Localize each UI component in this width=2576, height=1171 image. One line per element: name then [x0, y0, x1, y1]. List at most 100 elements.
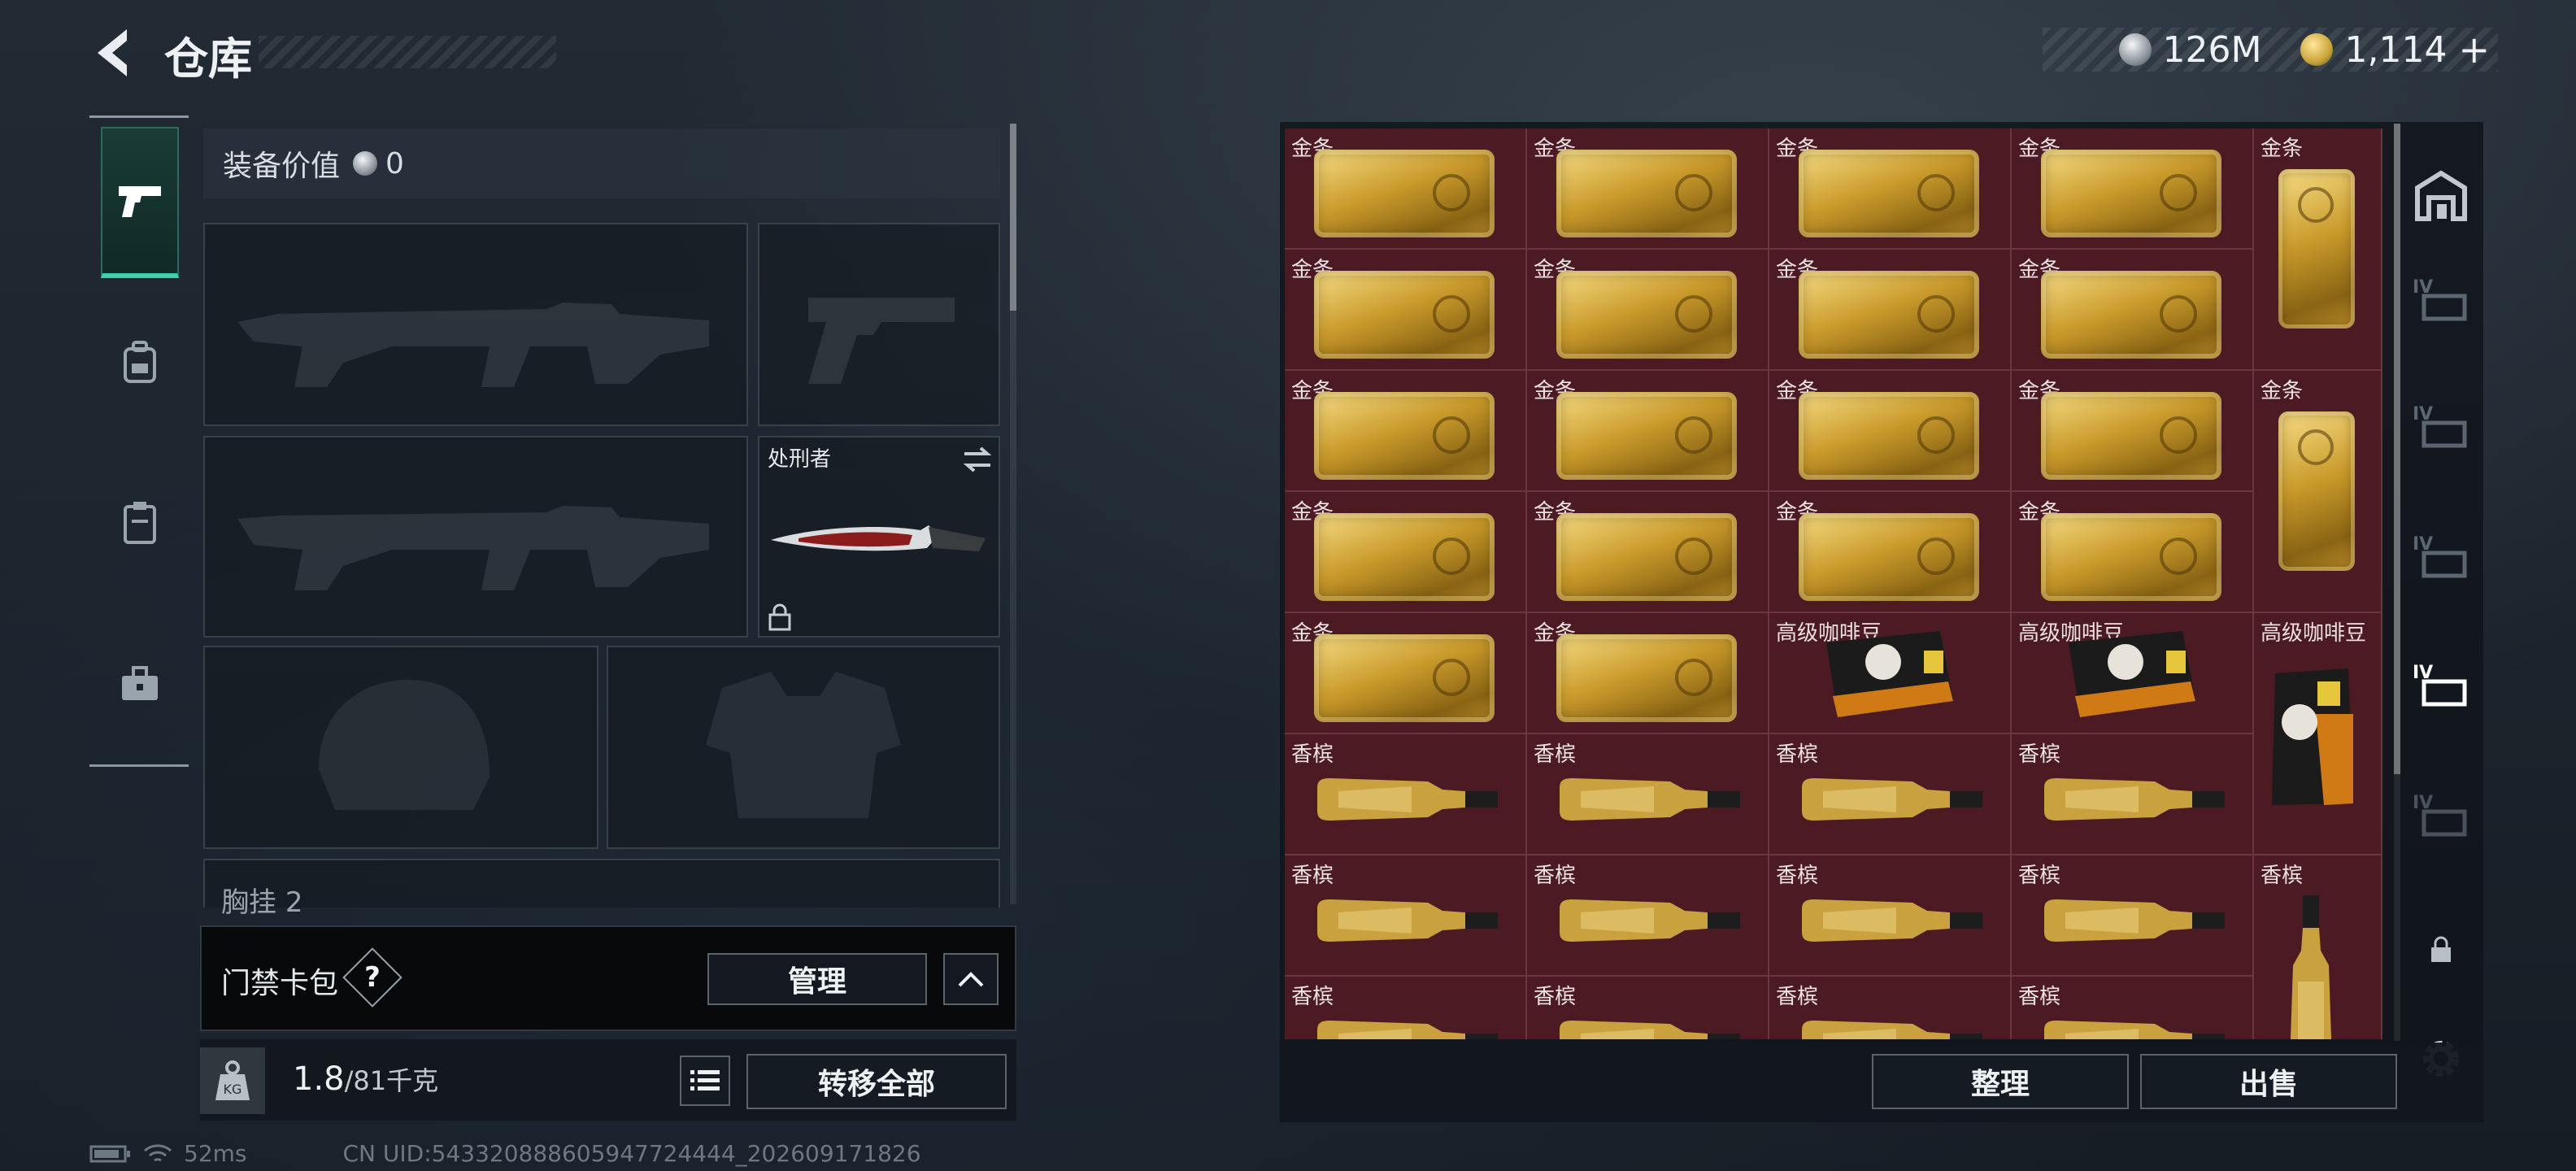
armor-slot[interactable]	[607, 646, 1000, 849]
tab-toolbox[interactable]	[101, 639, 179, 729]
inventory-item[interactable]: 金条	[1527, 250, 1769, 371]
champagne-bottle-icon	[1802, 899, 1982, 942]
inventory-item[interactable]: 金条	[1527, 128, 1769, 250]
chest-rig-slot[interactable]	[203, 859, 1000, 908]
storage-iv-icon: IV	[2413, 534, 2467, 578]
inventory-item[interactable]: 金条	[2012, 128, 2254, 250]
champagne-bottle-icon	[1802, 1021, 1982, 1039]
item-name: 香槟	[1776, 742, 1819, 767]
tab-divider	[89, 764, 189, 767]
gold-bar-icon	[1314, 634, 1495, 722]
gold-bar-icon	[2041, 392, 2221, 480]
inventory-item[interactable]: 金条	[1769, 128, 2012, 250]
storage-tab-5[interactable]: IV	[2408, 782, 2474, 847]
warehouse-icon	[2415, 170, 2467, 221]
wifi-icon	[144, 1143, 172, 1161]
inventory-grid: 金条 金条 金条 金条 金条 金条 金条 金条 金条 金条 金条 金条 金条 金条 金条 金条 金条 金条 金条 金条…	[1285, 128, 2382, 1039]
weight-text: 1.8/81千克	[293, 1060, 438, 1098]
gold-coin-icon	[2300, 33, 2334, 66]
rifle-silhouette-icon	[237, 506, 709, 590]
inventory-item[interactable]: 金条	[2012, 250, 2254, 371]
inventory-item[interactable]: 金条	[1285, 250, 1527, 371]
chevron-up-icon	[958, 972, 984, 987]
storage-tab-4[interactable]: IV	[2408, 652, 2474, 717]
gold-bar-icon	[1556, 392, 1737, 480]
back-arrow-icon	[98, 29, 127, 76]
storage-tab-2[interactable]: IV	[2408, 394, 2474, 459]
inventory-item[interactable]: 金条	[2012, 371, 2254, 492]
inventory-item[interactable]: 金条	[1769, 371, 2012, 492]
helmet-silhouette-icon	[319, 680, 490, 810]
storage-tab-3[interactable]: IV	[2408, 524, 2474, 589]
item-name: 香槟	[1534, 985, 1577, 1009]
champagne-bottle-icon	[1802, 778, 1982, 821]
tab-vest[interactable]	[101, 478, 179, 568]
add-currency-button[interactable]: +	[2458, 28, 2490, 72]
inventory-item[interactable]: 香槟	[2254, 855, 2382, 1039]
storage-lock-button[interactable]	[2408, 917, 2474, 982]
list-view-button[interactable]	[680, 1056, 730, 1106]
inventory-item[interactable]: 金条	[2254, 371, 2382, 613]
champagne-bottle-icon	[2044, 1021, 2225, 1039]
inventory-item[interactable]: 金条	[1527, 371, 1769, 492]
warehouse-button[interactable]	[2408, 163, 2474, 228]
storage-iv-icon: IV	[2413, 663, 2467, 707]
svg-text:KG: KG	[224, 1082, 242, 1097]
tab-backpack[interactable]	[101, 317, 179, 407]
inventory-scrollbar-thumb[interactable]	[2394, 124, 2400, 774]
secondary-weapon-slot[interactable]	[203, 436, 748, 638]
swap-icon[interactable]	[961, 446, 994, 473]
inventory-item[interactable]: 香槟	[1285, 734, 1527, 855]
silver-coin-icon	[2118, 33, 2152, 66]
inventory-item[interactable]: 金条	[1769, 492, 2012, 613]
inventory-item[interactable]: 香槟	[1285, 855, 1527, 977]
manage-button[interactable]: 管理	[707, 953, 927, 1005]
champagne-bottle-icon	[1317, 899, 1498, 942]
expand-button[interactable]	[943, 953, 999, 1005]
inventory-item[interactable]: 高级咖啡豆	[1769, 613, 2012, 734]
inventory-item[interactable]: 香槟	[1527, 977, 1769, 1039]
inventory-item[interactable]: 金条	[2254, 128, 2382, 371]
helmet-slot[interactable]	[203, 646, 598, 849]
sidearm-slot[interactable]	[758, 223, 1000, 426]
melee-slot[interactable]: 处刑者	[758, 436, 1000, 638]
back-button[interactable]	[89, 24, 138, 81]
inventory-item[interactable]: 金条	[1527, 613, 1769, 734]
knife-icon	[771, 525, 986, 551]
primary-weapon-slot[interactable]	[203, 223, 748, 426]
inventory-item[interactable]: 香槟	[1527, 855, 1769, 977]
champagne-bottle-icon	[1560, 778, 1740, 821]
inventory-item[interactable]: 香槟	[1527, 734, 1769, 855]
inventory-item[interactable]: 香槟	[1285, 977, 1527, 1039]
equipment-scrollbar-thumb[interactable]	[1010, 124, 1016, 311]
inventory-item[interactable]: 金条	[1285, 371, 1527, 492]
champagne-bottle-icon	[1560, 1021, 1740, 1039]
battery-icon	[89, 1145, 130, 1162]
inventory-item[interactable]: 香槟	[2012, 855, 2254, 977]
pistol-silhouette-icon	[808, 298, 955, 384]
inventory-item[interactable]: 香槟	[1769, 734, 2012, 855]
inventory-item[interactable]: 高级咖啡豆	[2254, 613, 2382, 855]
tab-weapons[interactable]	[101, 127, 179, 278]
clipboard-icon	[124, 502, 156, 544]
coffee-bag-icon	[2272, 668, 2353, 805]
storage-tab-1[interactable]: IV	[2408, 267, 2474, 332]
champagne-bottle-icon	[1317, 778, 1498, 821]
currency-bar: 126M 1,114 +	[2043, 28, 2498, 72]
inventory-item[interactable]: 金条	[1285, 492, 1527, 613]
inventory-item[interactable]: 香槟	[2012, 977, 2254, 1039]
inventory-item[interactable]: 金条	[1285, 128, 1527, 250]
transfer-all-button[interactable]: 转移全部	[746, 1054, 1007, 1109]
gold-bar-icon	[1556, 513, 1737, 601]
sort-button[interactable]: 整理	[1872, 1054, 2129, 1109]
inventory-item[interactable]: 香槟	[1769, 855, 2012, 977]
inventory-item[interactable]: 金条	[1527, 492, 1769, 613]
sell-button[interactable]: 出售	[2140, 1054, 2397, 1109]
inventory-item[interactable]: 香槟	[2012, 734, 2254, 855]
inventory-item[interactable]: 金条	[1285, 613, 1527, 734]
inventory-item[interactable]: 金条	[2012, 492, 2254, 613]
inventory-item[interactable]: 金条	[1769, 250, 2012, 371]
inventory-item[interactable]: 高级咖啡豆	[2012, 613, 2254, 734]
keycard-pack-label: 门禁卡包	[221, 967, 339, 1000]
inventory-item[interactable]: 香槟	[1769, 977, 2012, 1039]
